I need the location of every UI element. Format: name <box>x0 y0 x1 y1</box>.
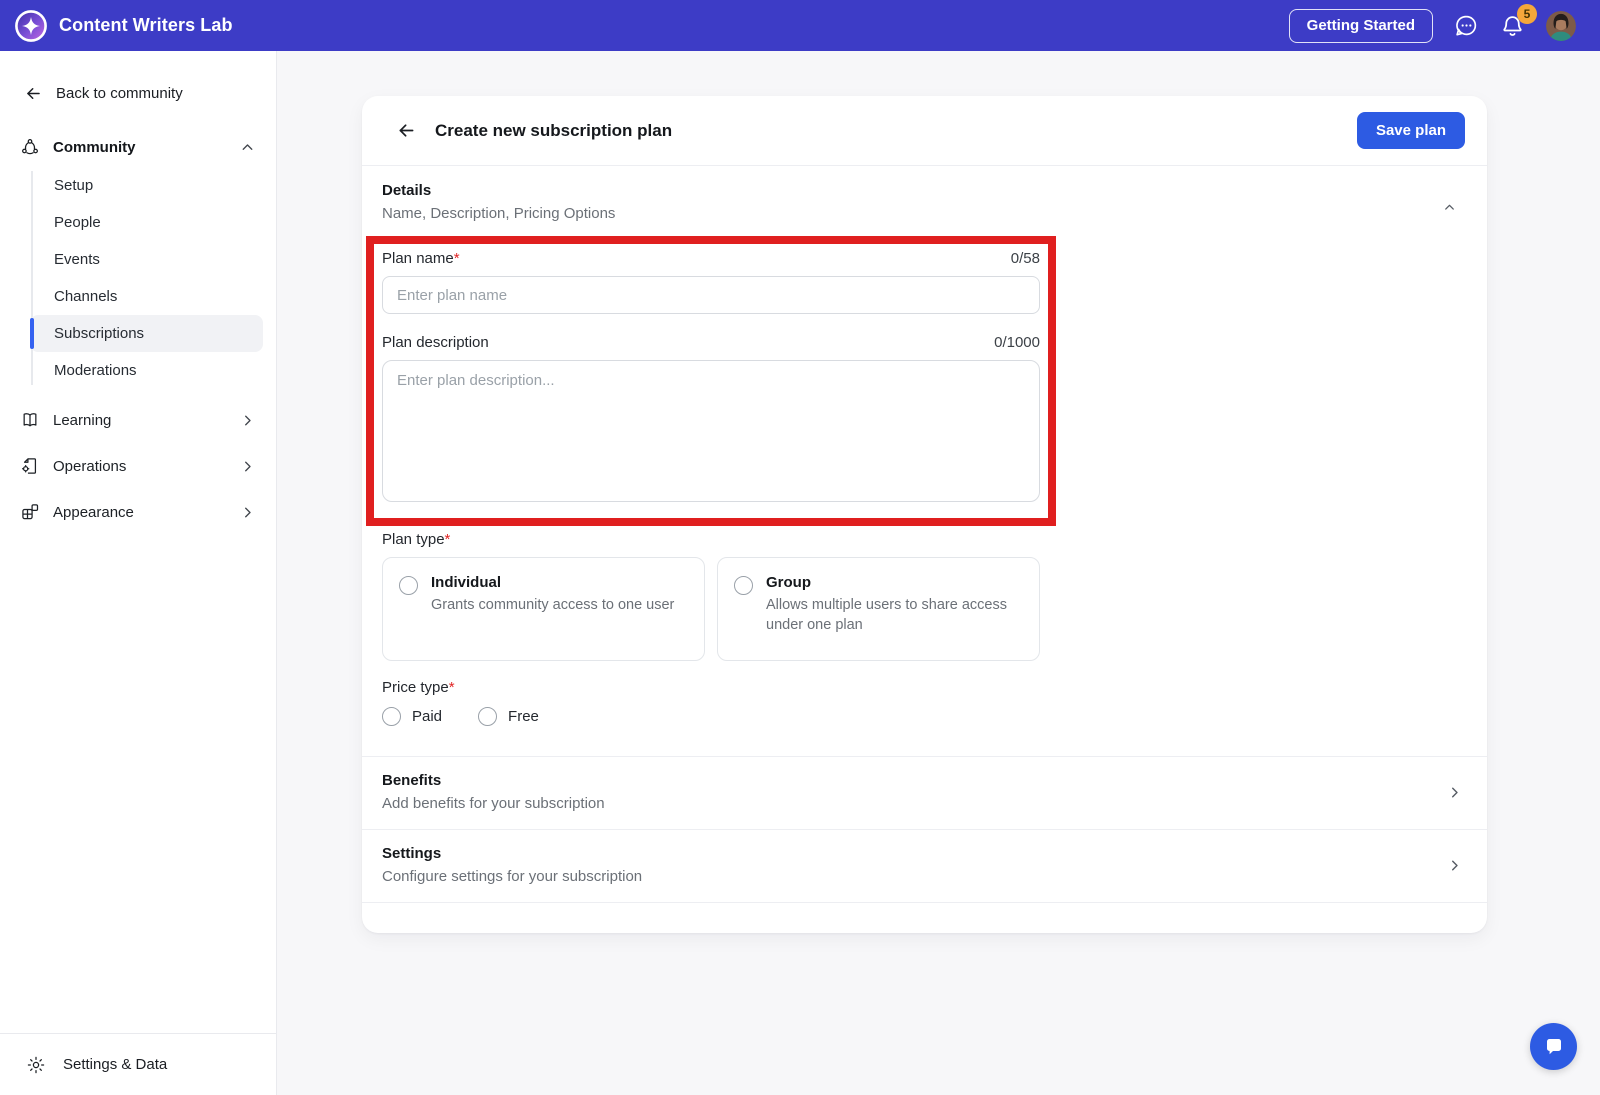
sidebar-item-setup[interactable]: Setup <box>30 167 263 204</box>
sidebar-item-operations[interactable]: Operations <box>0 445 276 487</box>
plan-type-individual-title: Individual <box>431 574 502 591</box>
chevron-right-icon <box>239 458 256 475</box>
required-asterisk: * <box>444 531 451 548</box>
plan-description-counter: 0/1000 <box>994 334 1040 351</box>
brand[interactable]: Content Writers Lab <box>14 9 233 43</box>
chat-bubble-icon <box>1454 13 1479 38</box>
price-free-label: Free <box>508 708 539 725</box>
avatar[interactable] <box>1546 10 1576 41</box>
details-title: Details <box>382 182 432 199</box>
settings-section-row[interactable]: Settings Configure settings for your sub… <box>362 830 1487 903</box>
plan-description-input[interactable] <box>382 360 1040 502</box>
plan-type-option-group[interactable]: Group Allows multiple users to share acc… <box>717 557 1040 661</box>
chat-bubble-filled-icon <box>1542 1035 1566 1059</box>
radio-group[interactable] <box>734 576 753 595</box>
details-section-header: Details Name, Description, Pricing Optio… <box>362 166 1487 224</box>
chevron-right-icon <box>239 504 256 521</box>
app-header: Content Writers Lab Getting Started 5 <box>0 0 1600 51</box>
back-to-community-link[interactable]: Back to community <box>0 51 276 103</box>
sidebar-item-learning[interactable]: Learning <box>0 399 276 441</box>
radio-free[interactable] <box>478 707 498 726</box>
sidebar-item-learning-label: Learning <box>53 411 112 429</box>
benefits-section-row[interactable]: Benefits Add benefits for your subscript… <box>362 757 1487 830</box>
sidebar-item-operations-label: Operations <box>53 457 127 475</box>
radio-paid[interactable] <box>382 707 401 726</box>
community-icon <box>20 137 40 157</box>
card-header: Create new subscription plan Save plan <box>362 96 1487 166</box>
back-arrow-icon <box>24 84 43 103</box>
details-collapse-button[interactable] <box>1436 194 1463 224</box>
required-asterisk: * <box>448 679 455 696</box>
messages-button[interactable] <box>1454 13 1479 38</box>
sidebar-item-subscriptions[interactable]: Subscriptions <box>30 315 263 352</box>
brand-logo-icon <box>14 9 48 43</box>
notification-badge: 5 <box>1517 4 1537 24</box>
save-plan-button[interactable]: Save plan <box>1356 112 1465 149</box>
chevron-up-icon[interactable] <box>239 139 256 156</box>
plan-name-input[interactable] <box>382 276 1040 314</box>
chevron-right-icon <box>1446 857 1463 874</box>
plan-description-label: Plan description <box>382 334 489 351</box>
settings-and-data-label: Settings & Data <box>63 1056 168 1073</box>
sidebar-item-events[interactable]: Events <box>30 241 263 278</box>
gear-icon <box>26 1055 46 1075</box>
book-icon <box>20 410 40 430</box>
sidebar-group-community[interactable]: Community <box>0 129 276 165</box>
price-type-option-free[interactable]: Free <box>478 707 539 726</box>
price-paid-label: Paid <box>412 708 443 725</box>
plan-type-label: Plan type* <box>382 531 451 548</box>
plan-name-counter: 0/58 <box>1010 250 1040 267</box>
chat-fab-button[interactable] <box>1530 1023 1577 1070</box>
page-title: Create new subscription plan <box>435 120 673 140</box>
chevron-right-icon <box>1446 784 1463 801</box>
back-button[interactable] <box>392 116 421 145</box>
sidebar-item-appearance-label: Appearance <box>53 503 134 521</box>
sidebar-group-community-label: Community <box>53 138 136 156</box>
getting-started-button[interactable]: Getting Started <box>1288 8 1433 43</box>
plan-type-group-description: Allows multiple users to share access un… <box>766 597 1007 633</box>
settings-subtitle: Configure settings for your subscription <box>382 868 643 885</box>
plan-type-group-title: Group <box>766 574 811 591</box>
sidebar-item-appearance[interactable]: Appearance <box>0 491 276 533</box>
settings-and-data-link[interactable]: Settings & Data <box>0 1033 276 1095</box>
details-subtitle: Name, Description, Pricing Options <box>382 205 616 222</box>
brand-name: Content Writers Lab <box>59 15 233 35</box>
benefits-title: Benefits <box>382 772 442 789</box>
settings-title: Settings <box>382 845 442 862</box>
create-plan-card: Create new subscription plan Save plan D… <box>362 96 1487 933</box>
document-gear-icon <box>20 456 40 476</box>
price-type-label: Price type* <box>382 679 455 696</box>
sidebar-item-channels[interactable]: Channels <box>30 278 263 315</box>
sidebar-item-people[interactable]: People <box>30 204 263 241</box>
plan-name-label: Plan name* <box>382 250 460 267</box>
notifications-button[interactable]: 5 <box>1500 4 1537 38</box>
benefits-subtitle: Add benefits for your subscription <box>382 795 605 812</box>
sidebar: Back to community Community Setup People… <box>0 51 277 1095</box>
chevron-right-icon <box>239 412 256 429</box>
price-type-option-paid[interactable]: Paid <box>382 707 442 726</box>
plan-type-option-individual[interactable]: Individual Grants community access to on… <box>382 557 705 661</box>
details-form: Plan name* 0/58 Plan description 0/1000 … <box>362 224 1487 757</box>
community-sub-list: Setup People Events Channels Subscriptio… <box>0 165 276 395</box>
required-asterisk: * <box>453 250 460 267</box>
plan-type-individual-description: Grants community access to one user <box>431 597 675 613</box>
back-to-community-label: Back to community <box>56 85 183 102</box>
main-area: Create new subscription plan Save plan D… <box>277 51 1600 1095</box>
layout-icon <box>20 502 40 522</box>
radio-individual[interactable] <box>399 576 418 595</box>
sidebar-item-moderations[interactable]: Moderations <box>30 352 263 389</box>
